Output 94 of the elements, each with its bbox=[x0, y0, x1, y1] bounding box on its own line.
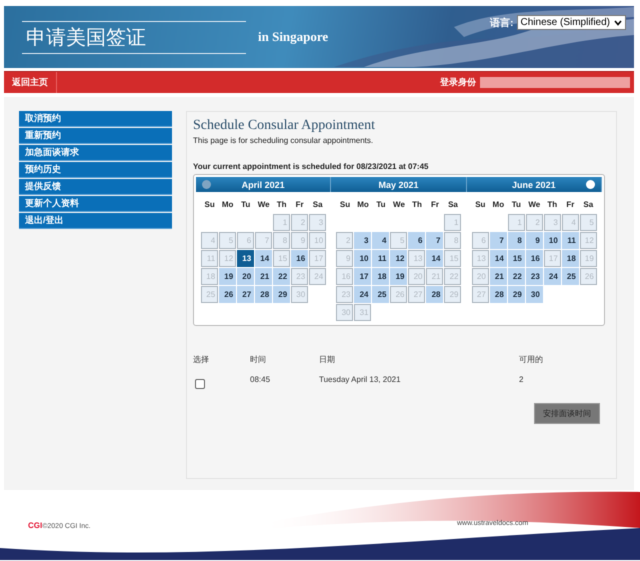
calendar-day[interactable]: 16 bbox=[526, 250, 543, 267]
calendar-day[interactable]: 18 bbox=[562, 250, 579, 267]
calendar-day[interactable]: 25 bbox=[372, 286, 390, 303]
location-text: in Singapore bbox=[258, 29, 328, 45]
calendar-day[interactable]: 24 bbox=[354, 286, 372, 303]
calendar-day[interactable]: 28 bbox=[255, 286, 272, 303]
weekday-label: Su bbox=[474, 199, 486, 211]
weekday-label: Th bbox=[411, 199, 423, 211]
calendar-day[interactable]: 30 bbox=[526, 286, 543, 303]
calendar-day[interactable]: 17 bbox=[354, 268, 372, 285]
weekday-label: Fr bbox=[294, 199, 305, 211]
month-title: June 2021 bbox=[512, 180, 556, 190]
calendar-day[interactable]: 28 bbox=[426, 286, 444, 303]
sidebar-item[interactable]: 预约历史 bbox=[19, 162, 172, 178]
calendar-day[interactable]: 14 bbox=[426, 250, 444, 267]
sidebar-item[interactable]: 取消预约 bbox=[19, 111, 172, 127]
calendar-day[interactable]: 23 bbox=[526, 268, 543, 285]
calendar-day[interactable]: 7 bbox=[426, 232, 444, 249]
weekday-label: Fr bbox=[430, 199, 440, 211]
weekday-label: Sa bbox=[447, 199, 459, 211]
column-header: 时间 bbox=[250, 354, 267, 365]
calendar-day[interactable]: 12 bbox=[390, 250, 408, 267]
schedule-button[interactable]: 安排面谈时间 bbox=[534, 403, 600, 424]
calendar-day[interactable]: 21 bbox=[255, 268, 272, 285]
calendar-day[interactable]: 19 bbox=[390, 268, 408, 285]
sidebar-item[interactable]: 重新预约 bbox=[19, 128, 172, 144]
calendar-day[interactable]: 10 bbox=[544, 232, 561, 249]
next-month-icon[interactable] bbox=[586, 180, 595, 189]
calendar-day[interactable]: 29 bbox=[273, 286, 290, 303]
month-title: May 2021 bbox=[378, 180, 418, 190]
table-cell-text: Tuesday April 13, 2021 bbox=[319, 375, 402, 386]
weekday-label: Mo bbox=[220, 199, 234, 211]
weekday-label: Th bbox=[276, 199, 288, 211]
calendar-day[interactable]: 4 bbox=[372, 232, 390, 249]
weekday-label: We bbox=[256, 199, 271, 211]
language-select[interactable]: Chinese (Simplified) bbox=[516, 15, 626, 30]
login-label: 登录身份 bbox=[440, 76, 476, 89]
calendar-day[interactable]: 28 bbox=[490, 286, 507, 303]
weekday-label: Sa bbox=[312, 199, 324, 211]
calendar-day[interactable]: 29 bbox=[508, 286, 525, 303]
calendar-day[interactable]: 22 bbox=[273, 268, 290, 285]
weekday-label: Mo bbox=[492, 199, 506, 211]
calendar-day[interactable]: 20 bbox=[237, 268, 254, 285]
current-appointment-text: Your current appointment is scheduled for 08/23/2021 at 07:45 bbox=[193, 162, 430, 171]
weekday-label: Su bbox=[204, 199, 216, 211]
calendar-day[interactable]: 15 bbox=[508, 250, 525, 267]
calendar-day[interactable]: 24 bbox=[544, 268, 561, 285]
weekday-label: Tu bbox=[375, 199, 387, 211]
weekday-label: We bbox=[392, 199, 406, 211]
site-title: 申请美国签证 bbox=[25, 24, 147, 50]
calendar-day[interactable]: 19 bbox=[219, 268, 236, 285]
weekday-label: Fr bbox=[565, 199, 576, 211]
sidebar-item[interactable]: 更新个人资料 bbox=[19, 196, 172, 212]
calendar-day[interactable]: 25 bbox=[562, 268, 579, 285]
weekday-label: Mo bbox=[356, 199, 370, 211]
sidebar-item[interactable]: 提供反馈 bbox=[19, 179, 172, 195]
weekday-label: Tu bbox=[510, 199, 522, 211]
calendar-day[interactable]: 16 bbox=[291, 250, 308, 267]
calendar-day[interactable]: 10 bbox=[354, 250, 372, 267]
caret-icon bbox=[614, 20, 622, 26]
sidebar-item[interactable]: 退出/登出 bbox=[19, 213, 172, 229]
calendar-day[interactable]: 26 bbox=[219, 286, 236, 303]
page-subtitle: This page is for scheduling consular appointments. bbox=[193, 136, 374, 145]
table-cell-text: 2 bbox=[519, 375, 524, 386]
calendar-day[interactable]: 11 bbox=[562, 232, 579, 249]
column-header: 日期 bbox=[319, 354, 336, 365]
month-title: April 2021 bbox=[242, 180, 285, 190]
calendar-day[interactable]: 3 bbox=[354, 232, 372, 249]
calendar-day[interactable]: 13 bbox=[237, 250, 254, 267]
table-cell-text: 08:45 bbox=[250, 375, 272, 386]
page-title: Schedule Consular Appointment bbox=[193, 118, 376, 134]
select-checkbox[interactable] bbox=[195, 379, 205, 389]
weekday-label: Tu bbox=[240, 199, 252, 211]
column-header: 可用的 bbox=[519, 354, 544, 365]
calendar-day[interactable]: 6 bbox=[408, 232, 426, 249]
calendar-day[interactable]: 27 bbox=[237, 286, 254, 303]
calendar-day[interactable]: 22 bbox=[508, 268, 525, 285]
calendar-day[interactable]: 7 bbox=[490, 232, 507, 249]
calendar-day[interactable]: 11 bbox=[372, 250, 390, 267]
calendar-day[interactable]: 18 bbox=[372, 268, 390, 285]
calendar-day[interactable]: 21 bbox=[490, 268, 507, 285]
calendar-day[interactable]: 8 bbox=[508, 232, 525, 249]
weekday-label: Su bbox=[338, 199, 352, 211]
weekday-label: Sa bbox=[582, 199, 594, 211]
column-header: 选择 bbox=[193, 354, 210, 365]
sidebar-item[interactable]: 加急面谈请求 bbox=[19, 145, 172, 161]
weekday-label: We bbox=[527, 199, 542, 211]
weekday-label: Th bbox=[546, 199, 558, 211]
language-label: 语言: bbox=[490, 16, 514, 30]
cgi-logo: CGI bbox=[28, 521, 42, 530]
calendar-day[interactable]: 9 bbox=[526, 232, 543, 249]
calendar-day[interactable]: 14 bbox=[255, 250, 272, 267]
calendar-day[interactable]: 14 bbox=[490, 250, 507, 267]
home-link[interactable]: 返回主页 bbox=[4, 72, 57, 93]
